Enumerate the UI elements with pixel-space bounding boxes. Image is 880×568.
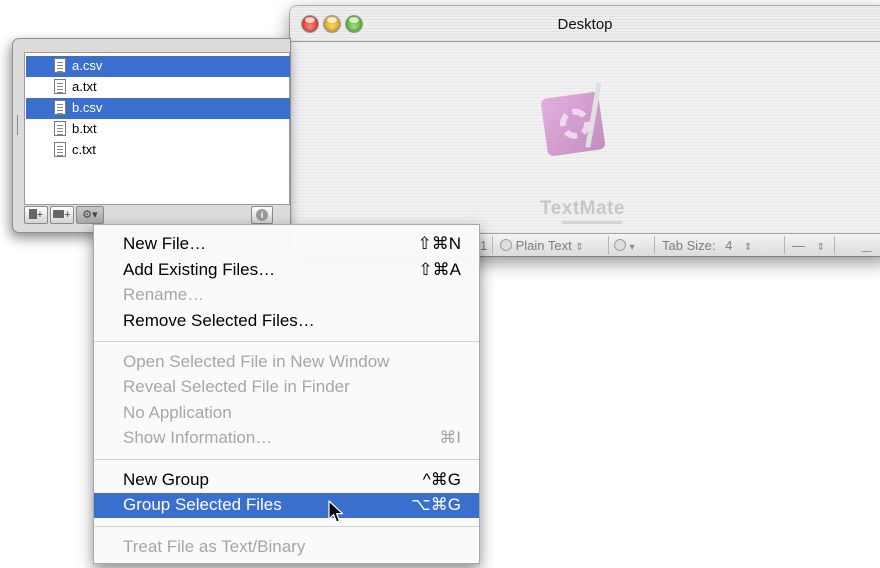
- menu-item-label: Group Selected Files: [123, 495, 282, 514]
- mouse-pointer-icon: [328, 500, 344, 523]
- updown-arrows-icon: ⇕: [743, 242, 753, 253]
- tab-size-popup[interactable]: Tab Size: 4 ⇕: [662, 238, 752, 253]
- editor-area[interactable]: TextMate: [290, 43, 880, 233]
- status-divider: [784, 236, 785, 254]
- menu-item-label: Add Existing Files…: [123, 260, 276, 279]
- resize-grip-icon[interactable]: [861, 242, 880, 252]
- drawer-resize-handle[interactable]: [17, 115, 19, 135]
- updown-arrows-icon: ⇕: [575, 242, 584, 253]
- action-menu-button[interactable]: ⚙▾: [76, 206, 104, 224]
- file-icon: [54, 142, 66, 157]
- file-row[interactable]: b.txt: [26, 119, 290, 140]
- new-folder-button[interactable]: +: [50, 206, 74, 224]
- bundle-gear-icon: [614, 239, 626, 251]
- status-divider: [608, 236, 609, 254]
- menu-item-add-existing-files[interactable]: Add Existing Files… ⇧⌘A: [94, 258, 479, 283]
- file-row[interactable]: c.txt: [26, 140, 290, 161]
- menu-item-open-in-new-window: Open Selected File in New Window: [94, 350, 479, 375]
- app-logo-text: TextMate: [540, 198, 625, 219]
- menu-item-label: Reveal Selected File in Finder: [123, 377, 350, 396]
- tab-size-label: Tab Size:: [662, 238, 716, 253]
- file-name: b.csv: [72, 100, 103, 115]
- project-drawer: a.csv a.txt b.csv b.txt c.txt + + ⚙▾ i: [12, 38, 291, 233]
- title-bar[interactable]: Desktop: [290, 6, 880, 42]
- menu-item-label: Rename…: [123, 285, 205, 304]
- menu-item-shortcut: ⇧⌘N: [417, 234, 461, 253]
- file-icon: [54, 58, 66, 73]
- textmate-window: Desktop TextMate 1 Plain Text ⇕ ▾ Tab Si…: [290, 6, 880, 256]
- menu-item-remove-selected-files[interactable]: Remove Selected Files…: [94, 309, 479, 334]
- updown-arrows-icon: ⇕: [816, 242, 826, 253]
- file-row[interactable]: a.txt: [26, 77, 290, 98]
- line-number[interactable]: 1: [480, 238, 487, 253]
- new-file-button[interactable]: +: [24, 206, 48, 224]
- menu-separator: [94, 341, 479, 342]
- symbol-popup[interactable]: — ⇕: [792, 238, 825, 253]
- language-icon: [500, 239, 512, 251]
- logo-underline: [562, 221, 622, 224]
- menu-item-treat-as-text-binary: Treat File as Text/Binary: [94, 535, 479, 560]
- file-icon: [54, 79, 66, 94]
- info-icon: i: [256, 209, 268, 221]
- menu-item-label: Remove Selected Files…: [123, 311, 315, 330]
- bundle-popup[interactable]: ▾: [614, 238, 635, 253]
- status-divider: [492, 236, 493, 254]
- menu-item-show-information: Show Information… ⌘I: [94, 426, 479, 451]
- menu-item-label: No Application: [123, 403, 232, 422]
- new-folder-icon: [53, 210, 65, 218]
- file-list[interactable]: a.csv a.txt b.csv b.txt c.txt: [24, 52, 290, 205]
- show-info-button[interactable]: i: [251, 206, 273, 224]
- menu-item-new-file[interactable]: New File… ⇧⌘N: [94, 232, 479, 257]
- menu-item-no-application: No Application: [94, 401, 479, 426]
- menu-item-shortcut: ^⌘G: [422, 470, 461, 489]
- menu-item-rename: Rename…: [94, 283, 479, 308]
- tab-size-value: 4: [725, 238, 733, 253]
- menu-item-label: New Group: [123, 470, 209, 489]
- chevron-down-icon: ▾: [629, 242, 635, 253]
- file-icon: [54, 100, 66, 115]
- menu-item-label: Open Selected File in New Window: [123, 352, 390, 371]
- menu-item-label: Show Information…: [123, 428, 273, 447]
- file-icon: [54, 121, 66, 136]
- menu-item-shortcut: ⌥⌘G: [411, 495, 461, 514]
- new-file-icon: [28, 209, 37, 219]
- file-name: b.txt: [72, 121, 97, 136]
- file-name: c.txt: [72, 142, 96, 157]
- file-name: a.txt: [72, 79, 97, 94]
- menu-item-label: New File…: [123, 234, 207, 253]
- menu-item-shortcut: ⌘I: [439, 428, 461, 447]
- action-menu: New File… ⇧⌘N Add Existing Files… ⇧⌘A Re…: [93, 224, 480, 564]
- language-label: Plain Text: [515, 238, 572, 253]
- textmate-logo-icon: [533, 82, 612, 163]
- menu-item-new-group[interactable]: New Group ^⌘G: [94, 468, 479, 493]
- menu-item-shortcut: ⇧⌘A: [418, 260, 461, 279]
- window-title: Desktop: [557, 16, 613, 33]
- gear-icon: ⚙▾: [82, 209, 98, 221]
- file-row[interactable]: b.csv: [26, 98, 290, 119]
- menu-item-label: Treat File as Text/Binary: [123, 537, 306, 556]
- file-name: a.csv: [72, 58, 103, 73]
- file-row[interactable]: a.csv: [26, 56, 290, 77]
- status-divider: [834, 236, 835, 254]
- menu-separator: [94, 459, 479, 460]
- symbol-label: —: [792, 238, 805, 253]
- status-divider: [654, 236, 655, 254]
- language-popup[interactable]: Plain Text ⇕: [500, 238, 584, 253]
- menu-item-group-selected-files[interactable]: Group Selected Files ⌥⌘G: [94, 493, 479, 518]
- menu-separator: [94, 526, 479, 527]
- screen: Desktop TextMate 1 Plain Text ⇕ ▾ Tab Si…: [0, 0, 880, 568]
- menu-item-reveal-in-finder: Reveal Selected File in Finder: [94, 375, 479, 400]
